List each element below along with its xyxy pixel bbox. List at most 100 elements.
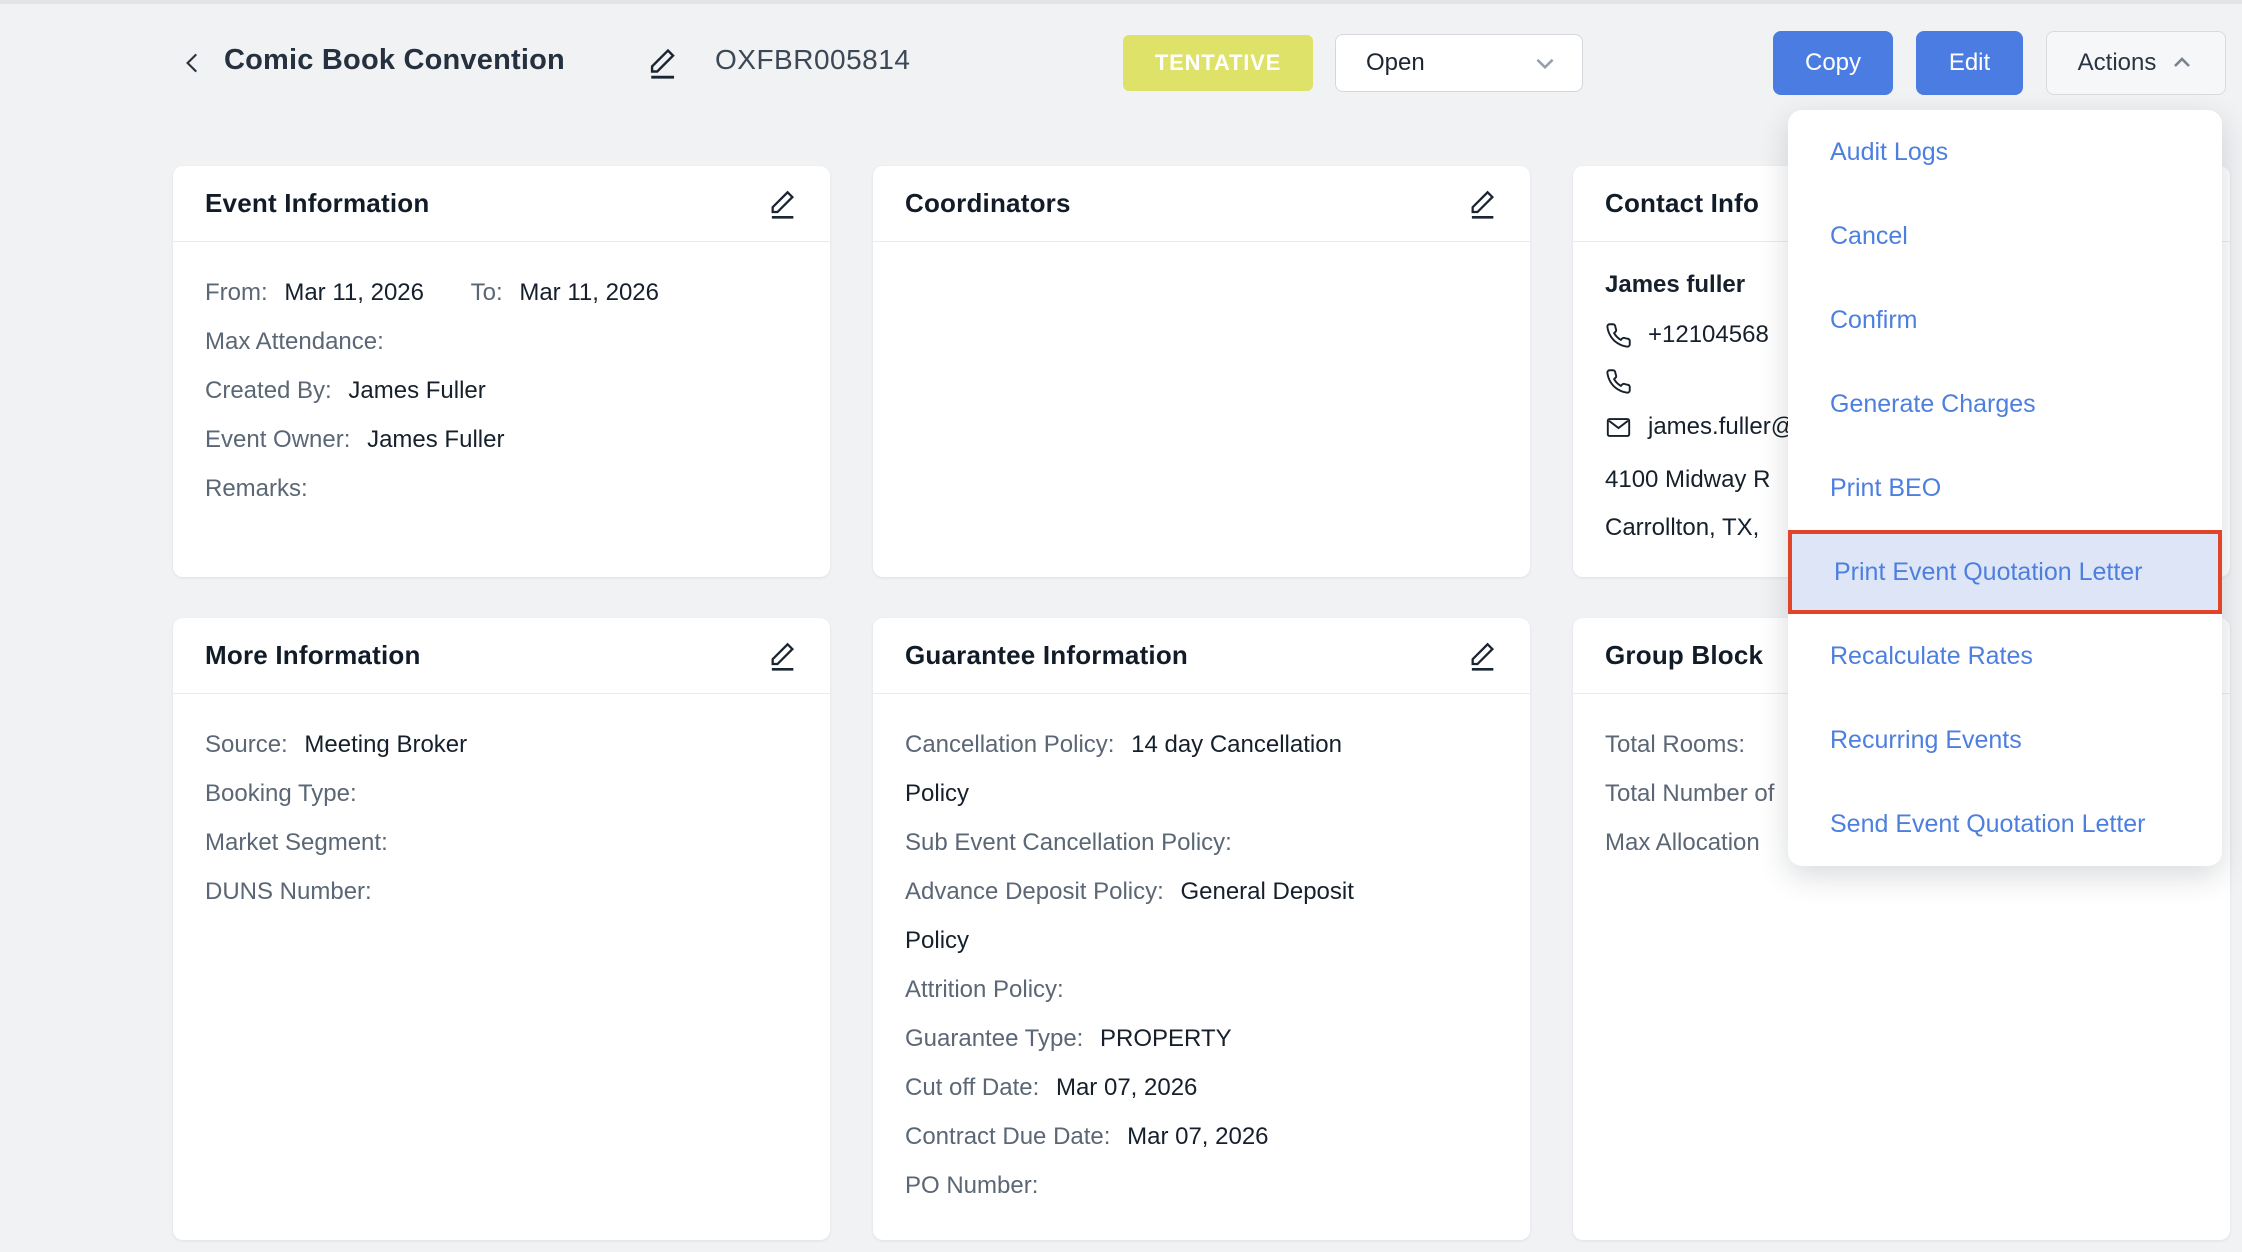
field-label: Advance Deposit Policy: — [905, 878, 1164, 905]
field-row: From: Mar 11, 2026 To: Mar 11, 2026 — [205, 268, 798, 317]
field-label: Guarantee Type: — [905, 1025, 1083, 1052]
contact-phone: +12104568 — [1648, 321, 1769, 349]
field-label: Cancellation Policy: — [905, 731, 1114, 758]
field-label: Source: — [205, 731, 288, 758]
field-label: Created By: — [205, 377, 332, 404]
menu-item-print-event-quotation-letter[interactable]: Print Event Quotation Letter — [1788, 530, 2222, 614]
field-row: Advance Deposit Policy: General Deposit … — [905, 867, 1375, 965]
menu-item-audit-logs[interactable]: Audit Logs — [1788, 110, 2222, 194]
status-select[interactable]: Open — [1335, 34, 1583, 92]
chevron-up-icon — [2170, 51, 2194, 75]
field-row: Created By: James Fuller — [205, 366, 798, 415]
page-title: Comic Book Convention — [224, 44, 565, 77]
guarantee-information-header: Guarantee Information — [873, 618, 1530, 694]
more-information-card: More Information Source: Meeting Broker … — [173, 618, 830, 1240]
field-row: Cut off Date: Mar 07, 2026 — [905, 1063, 1375, 1112]
booking-reference: OXFBR005814 — [715, 44, 910, 76]
status-badge: TENTATIVE — [1123, 35, 1313, 91]
field-label: From: — [205, 279, 268, 306]
phone-icon — [1605, 322, 1632, 349]
field-label: PO Number: — [905, 1172, 1038, 1199]
copy-button[interactable]: Copy — [1773, 31, 1893, 95]
coordinators-body — [873, 242, 1530, 268]
field-label: Sub Event Cancellation Policy: — [905, 829, 1232, 856]
field-value: Mar 07, 2026 — [1127, 1123, 1268, 1150]
field-value: Mar 11, 2026 — [519, 279, 659, 306]
field-row: PO Number: — [905, 1161, 1375, 1210]
coordinators-card: Coordinators — [873, 166, 1530, 577]
chevron-left-icon — [180, 47, 206, 84]
field-value: Mar 07, 2026 — [1056, 1074, 1197, 1101]
menu-item-print-beo[interactable]: Print BEO — [1788, 446, 2222, 530]
card-title: Group Block — [1605, 640, 1763, 671]
edit-button[interactable]: Edit — [1916, 31, 2023, 95]
field-value: Mar 11, 2026 — [284, 279, 424, 306]
menu-item-generate-charges[interactable]: Generate Charges — [1788, 362, 2222, 446]
pencil-icon[interactable] — [766, 638, 800, 676]
card-title: Contact Info — [1605, 188, 1759, 219]
field-label: Max Attendance: — [205, 328, 384, 355]
field-row: Max Attendance: — [205, 317, 798, 366]
field-row: Source: Meeting Broker — [205, 720, 798, 769]
field-value: James Fuller — [367, 426, 504, 453]
field-row: Sub Event Cancellation Policy: — [905, 818, 1375, 867]
field-label: Event Owner: — [205, 426, 350, 453]
field-label: Total Number of — [1605, 780, 1774, 807]
menu-item-send-event-quotation-letter[interactable]: Send Event Quotation Letter — [1788, 782, 2222, 866]
field-label: Attrition Policy: — [905, 976, 1064, 1003]
contact-email: james.fuller@ — [1648, 413, 1795, 441]
field-row: DUNS Number: — [205, 867, 798, 916]
field-row: Attrition Policy: — [905, 965, 1375, 1014]
menu-item-recalculate-rates[interactable]: Recalculate Rates — [1788, 614, 2222, 698]
card-title: Coordinators — [905, 188, 1071, 219]
actions-dropdown-menu: Audit Logs Cancel Confirm Generate Charg… — [1788, 110, 2222, 866]
more-information-header: More Information — [173, 618, 830, 694]
field-label: Total Rooms: — [1605, 731, 1745, 758]
mail-icon — [1605, 414, 1632, 441]
field-value: James Fuller — [348, 377, 485, 404]
field-row: Guarantee Type: PROPERTY — [905, 1014, 1375, 1063]
field-row: Market Segment: — [205, 818, 798, 867]
field-row: Event Owner: James Fuller — [205, 415, 798, 464]
card-title: Event Information — [205, 188, 429, 219]
pencil-icon[interactable] — [1466, 638, 1500, 676]
more-information-body: Source: Meeting Broker Booking Type: Mar… — [173, 694, 830, 916]
page-header: Comic Book Convention OXFBR005814 TENTAT… — [0, 30, 2242, 100]
chevron-down-icon — [1532, 50, 1558, 76]
field-label: Contract Due Date: — [905, 1123, 1110, 1150]
event-information-header: Event Information — [173, 166, 830, 242]
field-label: Booking Type: — [205, 780, 357, 807]
event-information-body: From: Mar 11, 2026 To: Mar 11, 2026 Max … — [173, 242, 830, 513]
actions-button-label: Actions — [2078, 49, 2157, 77]
title-edit-button[interactable] — [645, 44, 681, 84]
card-title: More Information — [205, 640, 421, 671]
field-value: PROPERTY — [1100, 1025, 1232, 1052]
event-detail-page: Comic Book Convention OXFBR005814 TENTAT… — [0, 0, 2242, 1252]
card-title: Guarantee Information — [905, 640, 1188, 671]
field-row: Booking Type: — [205, 769, 798, 818]
phone-icon — [1605, 368, 1632, 395]
field-row: Contract Due Date: Mar 07, 2026 — [905, 1112, 1375, 1161]
window-top-strip — [0, 0, 2242, 4]
status-select-value: Open — [1366, 49, 1532, 77]
coordinators-header: Coordinators — [873, 166, 1530, 242]
guarantee-information-card: Guarantee Information Cancellation Polic… — [873, 618, 1530, 1240]
menu-item-recurring-events[interactable]: Recurring Events — [1788, 698, 2222, 782]
pencil-icon — [645, 69, 679, 86]
field-label: Cut off Date: — [905, 1074, 1039, 1101]
field-value: Meeting Broker — [304, 731, 467, 758]
menu-item-confirm[interactable]: Confirm — [1788, 278, 2222, 362]
field-label: To: — [471, 279, 503, 306]
field-label: Remarks: — [205, 475, 308, 502]
guarantee-information-body: Cancellation Policy: 14 day Cancellation… — [873, 694, 1530, 1210]
actions-button[interactable]: Actions — [2046, 31, 2226, 95]
pencil-icon[interactable] — [1466, 186, 1500, 224]
back-button[interactable] — [180, 48, 210, 82]
field-label: Market Segment: — [205, 829, 388, 856]
field-label: Max Allocation — [1605, 829, 1760, 856]
field-row: Cancellation Policy: 14 day Cancellation… — [905, 720, 1375, 818]
menu-item-cancel[interactable]: Cancel — [1788, 194, 2222, 278]
pencil-icon[interactable] — [766, 186, 800, 224]
field-label: DUNS Number: — [205, 878, 372, 905]
event-information-card: Event Information From: Mar 11, 2026 To:… — [173, 166, 830, 577]
